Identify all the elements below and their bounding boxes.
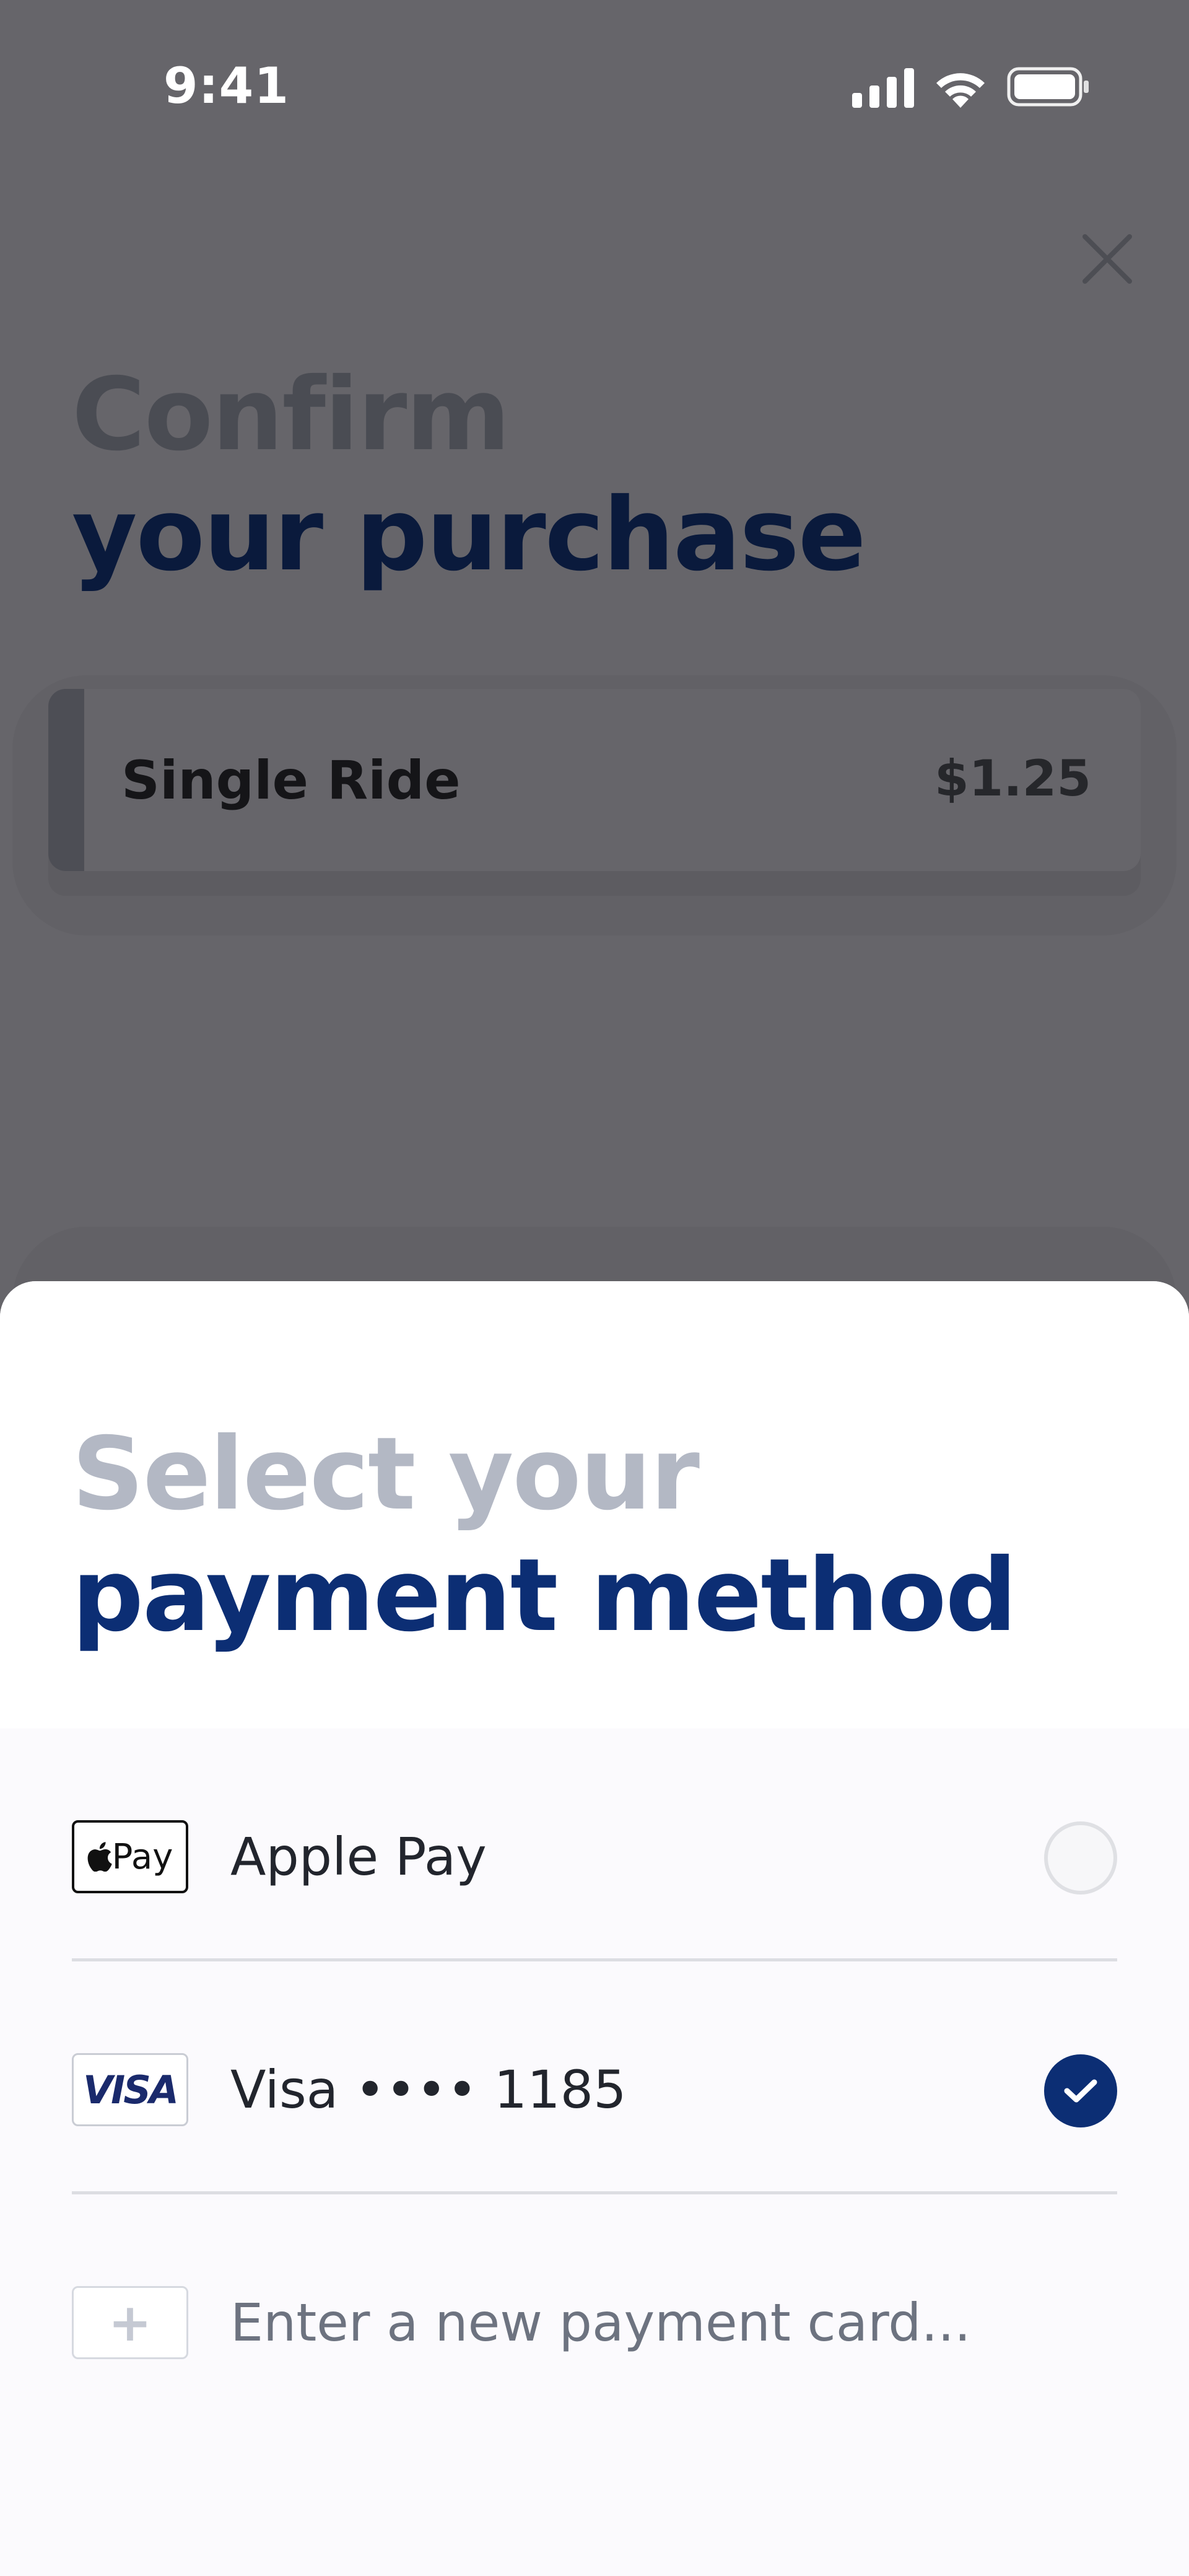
page-title-line-2: your purchase bbox=[72, 477, 866, 594]
checkmark-icon bbox=[1064, 2079, 1097, 2103]
payment-option-apple-pay[interactable]: Pay Apple Pay bbox=[72, 1728, 1117, 1961]
sheet-title: Select your payment method bbox=[72, 1414, 1017, 1657]
visa-logo-icon: VISA bbox=[72, 2053, 188, 2126]
sheet-title-line-2: payment method bbox=[72, 1538, 1017, 1654]
cellular-signal-icon bbox=[852, 68, 914, 108]
payment-option-visa[interactable]: VISA Visa •••• 1185 bbox=[72, 1961, 1117, 2194]
page-title: Confirm your purchase bbox=[72, 353, 866, 597]
payment-option-label: Visa •••• 1185 bbox=[230, 2059, 627, 2120]
fare-card-accent-bar bbox=[48, 689, 84, 871]
fare-summary-card: Single Ride $1.25 bbox=[48, 689, 1141, 871]
sheet-header: Select your payment method bbox=[0, 1281, 1189, 1728]
fare-name: Single Ride bbox=[121, 750, 461, 812]
status-bar: 9:41 bbox=[0, 0, 1189, 173]
radio-button-selected[interactable] bbox=[1044, 2054, 1117, 2127]
page-title-line-1: Confirm bbox=[72, 357, 510, 473]
wifi-icon bbox=[936, 73, 985, 108]
visa-badge-text: VISA bbox=[83, 2067, 179, 2113]
battery-icon bbox=[1007, 67, 1089, 107]
fare-price: $1.25 bbox=[934, 750, 1091, 807]
apple-pay-logo-icon: Pay bbox=[72, 1820, 188, 1893]
radio-button-unselected[interactable] bbox=[1044, 1821, 1117, 1895]
add-payment-card-button[interactable]: + Enter a new payment card... bbox=[72, 2194, 1117, 2427]
sheet-title-line-1: Select your bbox=[72, 1416, 700, 1533]
add-payment-card-label: Enter a new payment card... bbox=[230, 2292, 971, 2353]
payment-option-label: Apple Pay bbox=[230, 1826, 487, 1887]
payment-method-sheet: Select your payment method Pay Apple Pay… bbox=[0, 1281, 1189, 2576]
plus-icon: + bbox=[72, 2286, 188, 2359]
status-time: 9:41 bbox=[163, 57, 289, 115]
apple-pay-badge-text: Pay bbox=[111, 1836, 173, 1877]
apple-logo-icon bbox=[87, 1842, 112, 1872]
close-icon[interactable] bbox=[1078, 229, 1137, 289]
